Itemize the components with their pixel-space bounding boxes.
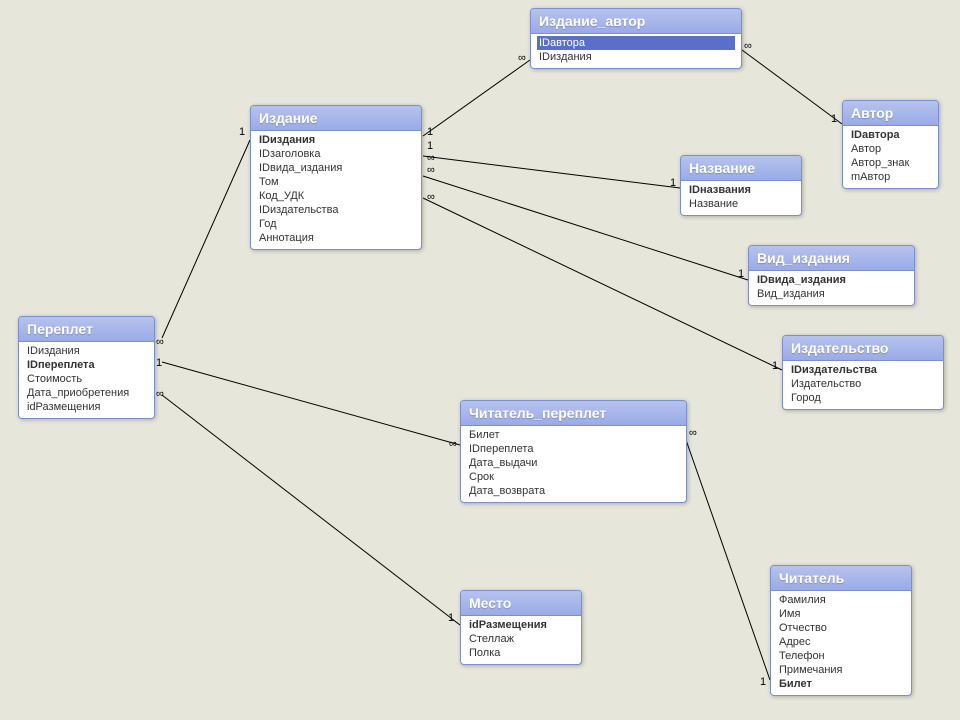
field-list: IDиздания IDзаголовка IDвида_издания Том… <box>251 131 421 249</box>
entity-title: Название <box>681 156 801 181</box>
field[interactable]: IDавтора <box>849 128 932 142</box>
cardinality-many: ∞ <box>427 191 435 203</box>
field[interactable]: Год <box>257 217 415 231</box>
field[interactable]: Билет <box>777 677 905 691</box>
field[interactable]: IDпереплета <box>467 442 680 456</box>
field-list: Фамилия Имя Отчество Адрес Телефон Приме… <box>771 591 911 695</box>
entity-izdanie[interactable]: Издание IDиздания IDзаголовка IDвида_изд… <box>250 105 422 250</box>
cardinality-one: 1 <box>427 140 433 152</box>
field[interactable]: Отчество <box>777 621 905 635</box>
entity-title: Издательство <box>783 336 943 361</box>
entity-chitatel[interactable]: Читатель Фамилия Имя Отчество Адрес Теле… <box>770 565 912 696</box>
cardinality-many: ∞ <box>156 388 164 400</box>
field[interactable]: IDназвания <box>687 183 795 197</box>
cardinality-one: 1 <box>760 676 766 688</box>
field[interactable]: IDиздательства <box>257 203 415 217</box>
field[interactable]: Стоимость <box>25 372 148 386</box>
cardinality-many: ∞ <box>449 438 457 450</box>
field[interactable]: IDпереплета <box>25 358 148 372</box>
field[interactable]: IDиздательства <box>789 363 937 377</box>
field[interactable]: Код_УДК <box>257 189 415 203</box>
field[interactable]: IDиздания <box>25 344 148 358</box>
entity-title: Место <box>461 591 581 616</box>
cardinality-many: ∞ <box>518 52 526 64</box>
cardinality-many: ∞ <box>744 40 752 52</box>
cardinality-many: ∞ <box>427 152 435 164</box>
entity-title: Издание <box>251 106 421 131</box>
entity-title: Вид_издания <box>749 246 914 271</box>
er-diagram-canvas: 1 ∞ 1 ∞ ∞ 1 1 ∞ 1 ∞ ∞ ∞ 1 1 1 ∞ 1 ∞ 1 Пе… <box>0 0 960 720</box>
cardinality-many: ∞ <box>427 164 435 176</box>
field[interactable]: idРазмещения <box>25 400 148 414</box>
entity-izdanie-avtor[interactable]: Издание_автор IDавтора IDиздания <box>530 8 742 69</box>
cardinality-one: 1 <box>670 177 676 189</box>
entity-title: Переплет <box>19 317 154 342</box>
entity-title: Издание_автор <box>531 9 741 34</box>
field-list: IDиздательства Издательство Город <box>783 361 943 409</box>
field[interactable]: mАвтор <box>849 170 932 184</box>
field[interactable]: Дата_возврата <box>467 484 680 498</box>
field[interactable]: IDвида_издания <box>257 161 415 175</box>
field[interactable]: Дата_выдачи <box>467 456 680 470</box>
field-list: IDавтора IDиздания <box>531 34 741 68</box>
field[interactable]: Том <box>257 175 415 189</box>
field-list: IDавтора Автор Автор_знак mАвтор <box>843 126 938 188</box>
entity-avtor[interactable]: Автор IDавтора Автор Автор_знак mАвтор <box>842 100 939 189</box>
entity-nazvanie[interactable]: Название IDназвания Название <box>680 155 802 216</box>
field-list: idРазмещения Стеллаж Полка <box>461 616 581 664</box>
field[interactable]: Дата_приобретения <box>25 386 148 400</box>
entity-mesto[interactable]: Место idРазмещения Стеллаж Полка <box>460 590 582 665</box>
entity-vid-izdania[interactable]: Вид_издания IDвида_издания Вид_издания <box>748 245 915 306</box>
field[interactable]: Фамилия <box>777 593 905 607</box>
field[interactable]: Издательство <box>789 377 937 391</box>
cardinality-many: ∞ <box>689 427 697 439</box>
field[interactable]: Название <box>687 197 795 211</box>
field[interactable]: Билет <box>467 428 680 442</box>
cardinality-one: 1 <box>738 268 744 280</box>
field[interactable]: IDиздания <box>257 133 415 147</box>
entity-pereplet[interactable]: Переплет IDиздания IDпереплета Стоимость… <box>18 316 155 419</box>
cardinality-one: 1 <box>239 126 245 138</box>
field[interactable]: IDвида_издания <box>755 273 908 287</box>
entity-title: Читатель <box>771 566 911 591</box>
field[interactable]: Полка <box>467 646 575 660</box>
entity-chitatel-pereplet[interactable]: Читатель_переплет Билет IDпереплета Дата… <box>460 400 687 503</box>
field[interactable]: Имя <box>777 607 905 621</box>
field-list: IDназвания Название <box>681 181 801 215</box>
field[interactable]: Телефон <box>777 649 905 663</box>
field[interactable]: Срок <box>467 470 680 484</box>
field-list: IDвида_издания Вид_издания <box>749 271 914 305</box>
field[interactable]: IDавтора <box>537 36 735 50</box>
field[interactable]: Вид_издания <box>755 287 908 301</box>
cardinality-many: ∞ <box>156 336 164 348</box>
entity-title: Читатель_переплет <box>461 401 686 426</box>
cardinality-one: 1 <box>831 113 837 125</box>
cardinality-one: 1 <box>772 360 778 372</box>
field[interactable]: Примечания <box>777 663 905 677</box>
field[interactable]: Аннотация <box>257 231 415 245</box>
field[interactable]: Стеллаж <box>467 632 575 646</box>
field[interactable]: Город <box>789 391 937 405</box>
field-list: Билет IDпереплета Дата_выдачи Срок Дата_… <box>461 426 686 502</box>
cardinality-one: 1 <box>427 126 433 138</box>
field[interactable]: Автор <box>849 142 932 156</box>
field-list: IDиздания IDпереплета Стоимость Дата_при… <box>19 342 154 418</box>
cardinality-one: 1 <box>156 357 162 369</box>
field[interactable]: IDиздания <box>537 50 735 64</box>
field[interactable]: Адрес <box>777 635 905 649</box>
entity-title: Автор <box>843 101 938 126</box>
entity-izdatelstvo[interactable]: Издательство IDиздательства Издательство… <box>782 335 944 410</box>
field[interactable]: Автор_знак <box>849 156 932 170</box>
cardinality-one: 1 <box>448 612 454 624</box>
field[interactable]: IDзаголовка <box>257 147 415 161</box>
field[interactable]: idРазмещения <box>467 618 575 632</box>
